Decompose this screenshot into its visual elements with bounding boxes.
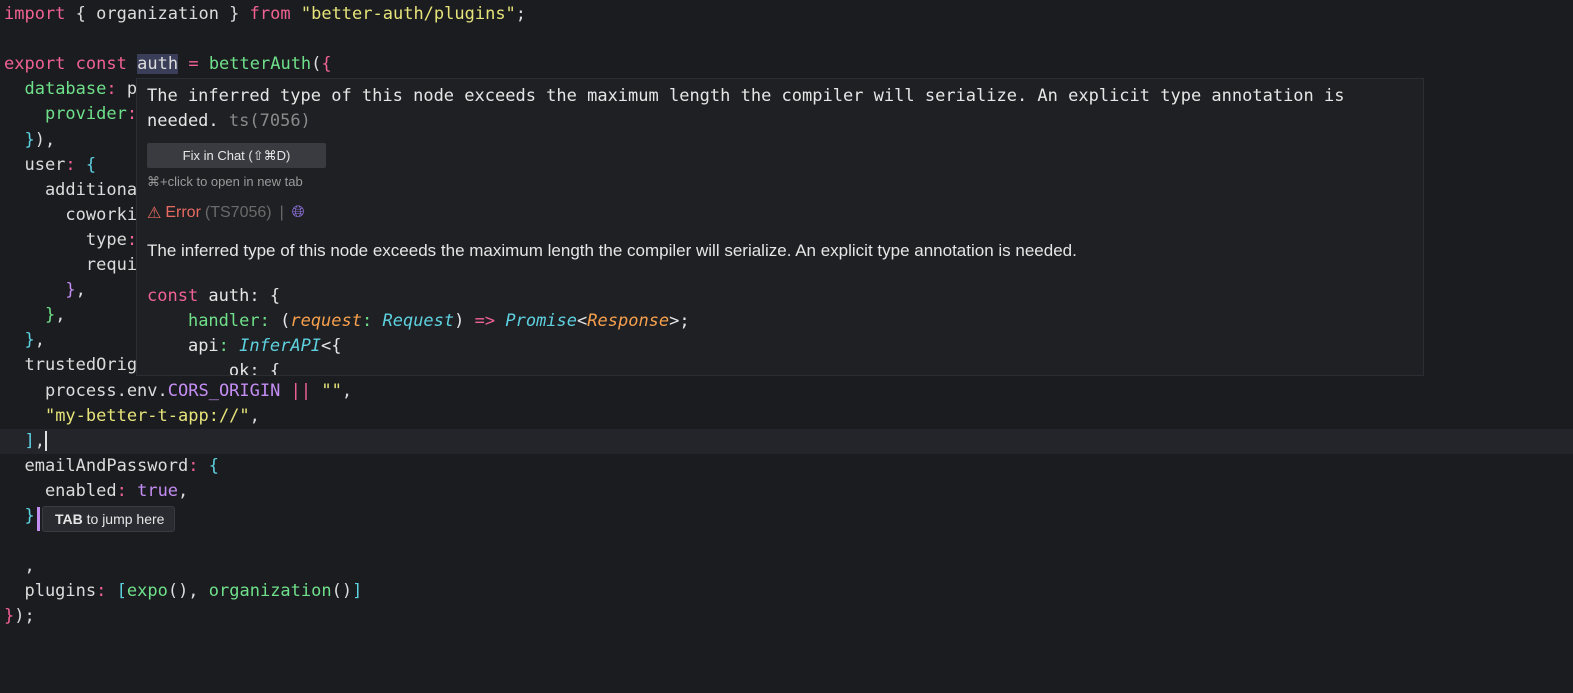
code-line[interactable]: enabled: true, bbox=[0, 479, 1573, 504]
code-line[interactable]: ], bbox=[0, 428, 1573, 454]
error-header: ⚠ Error (TS7056) | 🌐︎ bbox=[147, 203, 305, 223]
error-label: Error bbox=[165, 204, 201, 221]
code-line[interactable]: plugins: [expo(), organization()] bbox=[0, 579, 1573, 604]
code-line[interactable]: }); bbox=[0, 604, 1573, 629]
code-line[interactable] bbox=[0, 529, 1573, 554]
text-cursor bbox=[44, 430, 47, 451]
type-preview: const auth: { handler: (request: Request… bbox=[147, 286, 690, 376]
globe-icon[interactable]: 🌐︎ bbox=[292, 204, 305, 222]
open-in-tab-hint: ⌘+click to open in new tab bbox=[147, 174, 303, 189]
error-message: The inferred type of this node exceeds t… bbox=[147, 86, 1345, 131]
tab-hint-label: TAB to jump here bbox=[42, 506, 176, 532]
jump-marker bbox=[37, 507, 40, 531]
error-code: (TS7056) bbox=[204, 204, 272, 221]
hover-popup: The inferred type of this node exceeds t… bbox=[136, 78, 1424, 376]
code-line[interactable]: "my-better-t-app://", bbox=[0, 404, 1573, 429]
code-line[interactable]: } bbox=[0, 504, 1573, 529]
error-description: The inferred type of this node exceeds t… bbox=[147, 241, 1077, 260]
separator: | bbox=[279, 204, 284, 221]
code-line[interactable]: , bbox=[0, 554, 1573, 579]
code-line[interactable]: export const auth = betterAuth({ bbox=[0, 52, 1573, 77]
code-line[interactable]: emailAndPassword: { bbox=[0, 454, 1573, 479]
error-code-inline: ts(7056) bbox=[228, 111, 311, 131]
code-line[interactable]: import { organization } from "better-aut… bbox=[0, 2, 1573, 27]
code-line[interactable] bbox=[0, 27, 1573, 52]
fix-in-chat-button[interactable]: Fix in Chat (⇧⌘D) bbox=[147, 143, 326, 168]
tab-jump-hint[interactable]: TAB to jump here bbox=[37, 506, 176, 532]
warning-icon: ⚠ bbox=[147, 205, 162, 222]
code-line[interactable]: process.env.CORS_ORIGIN || "", bbox=[0, 379, 1573, 404]
